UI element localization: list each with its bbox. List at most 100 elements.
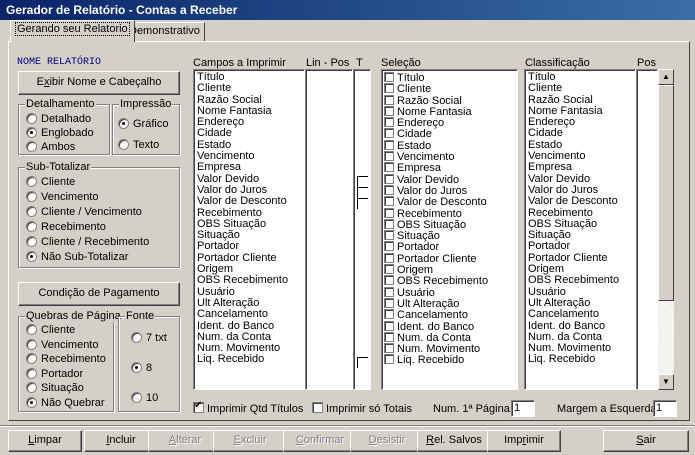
selecao-item[interactable]: Cidade <box>382 128 517 140</box>
selecao-item[interactable]: Cancelamento <box>382 309 517 321</box>
selecao-item[interactable]: Cliente <box>382 83 517 95</box>
impressao-radio-1[interactable]: Texto <box>118 139 159 151</box>
selecao-item[interactable]: OBS Recebimento <box>382 275 517 287</box>
selecao-item[interactable]: Estado <box>382 139 517 151</box>
t-checkbox-icon[interactable] <box>357 198 368 210</box>
pos-list[interactable] <box>636 69 658 390</box>
classificacao-item[interactable]: Liq. Recebido <box>525 354 635 366</box>
quebras-radio-5[interactable]: Não Quebrar <box>26 396 105 409</box>
t-checkbox-icon[interactable] <box>357 356 368 368</box>
checkbox-icon[interactable] <box>384 331 394 342</box>
campo-item[interactable]: Empresa <box>194 162 304 174</box>
tab-gerando-relatorio[interactable]: Gerando seu Relatorio <box>10 20 135 42</box>
classificacao-item[interactable]: OBS Recebimento <box>525 275 635 287</box>
lin-pos-list[interactable] <box>305 69 353 390</box>
scroll-up-icon[interactable]: ▲ <box>658 69 674 85</box>
checkbox-icon[interactable] <box>384 196 394 207</box>
selecao-item[interactable]: OBS Situação <box>382 218 517 231</box>
tab-demonstrativo[interactable]: Demonstrativo <box>124 22 205 41</box>
detalhamento-radio-2[interactable]: Ambos <box>26 141 75 153</box>
quebras-radio-1[interactable]: Vencimento <box>26 338 98 351</box>
fonte-radio-0[interactable]: 7 txt <box>131 332 167 344</box>
checkbox-icon[interactable] <box>384 275 394 286</box>
toolbar-button-0[interactable]: Limpar <box>8 430 82 452</box>
selecao-item[interactable]: Num. da Conta <box>382 331 517 343</box>
campo-item[interactable]: Cancelamento <box>194 308 304 320</box>
campo-item[interactable]: OBS Recebimento <box>194 275 304 287</box>
classificacao-item[interactable]: Valor de Desconto <box>525 195 635 207</box>
vertical-scrollbar[interactable]: ▲ ▼ <box>658 69 674 390</box>
margem-input[interactable]: 1 <box>653 400 677 417</box>
quebras-radio-2[interactable]: Recebimento <box>26 353 106 365</box>
selecao-item[interactable]: Valor de Desconto <box>382 196 517 208</box>
checkbox-icon[interactable] <box>384 252 394 263</box>
checkbox-icon[interactable] <box>384 320 394 331</box>
selecao-item[interactable]: Vencimento <box>382 151 517 163</box>
selecao-item[interactable]: Ult Alteração <box>382 297 517 310</box>
selecao-item[interactable]: Nome Fantasia <box>382 105 517 118</box>
toolbar-button-3[interactable]: Excluir <box>213 430 287 452</box>
checkbox-icon[interactable] <box>384 173 394 184</box>
campos-list[interactable]: Título Cliente Razão Social Nome Fantasia En… <box>193 69 305 390</box>
scroll-down-icon[interactable]: ▼ <box>658 374 674 390</box>
selecao-item[interactable]: Valor do Juros <box>382 184 517 197</box>
checkbox-icon[interactable] <box>384 286 394 297</box>
selecao-item[interactable]: Num. Movimento <box>382 343 517 355</box>
toolbar-button-5[interactable]: Desistir <box>350 430 424 452</box>
checkbox-icon[interactable] <box>384 297 394 308</box>
subtotalizar-radio-2[interactable]: Cliente / Vencimento <box>26 206 142 218</box>
toolbar-button-6[interactable]: Rel. Salvos <box>417 430 491 452</box>
imprimir-qtd-titulos-checkbox[interactable]: Imprimir Qtd Títulos <box>193 400 303 415</box>
checkbox-icon[interactable] <box>384 139 394 150</box>
detalhamento-radio-1[interactable]: Englobado <box>26 127 94 139</box>
selecao-list[interactable]: Título Cliente Razão Social Nome Fantasia En… <box>381 69 518 390</box>
checkbox-icon[interactable] <box>384 151 394 162</box>
subtotalizar-radio-1[interactable]: Vencimento <box>26 191 98 203</box>
subtotalizar-radio-0[interactable]: Cliente <box>26 176 75 188</box>
checkbox-icon[interactable] <box>384 72 394 82</box>
campo-item[interactable]: Cliente <box>194 82 304 94</box>
classificacao-item[interactable]: Empresa <box>525 162 635 174</box>
subtotalizar-radio-5[interactable]: Não Sub-Totalizar <box>26 251 128 263</box>
checkbox-icon[interactable] <box>384 354 394 365</box>
checkbox-icon[interactable] <box>384 105 394 116</box>
fonte-radio-1[interactable]: 8 <box>131 362 152 374</box>
subtotalizar-radio-3[interactable]: Recebimento <box>26 221 106 233</box>
selecao-item[interactable]: Título <box>382 72 517 84</box>
quebras-radio-0[interactable]: Cliente <box>26 324 75 336</box>
toolbar-button-2[interactable]: Alterar <box>148 430 222 452</box>
impressao-radio-0[interactable]: Gráfico <box>118 118 168 130</box>
condicao-pagamento-button[interactable]: Condição de Pagamento <box>18 282 180 306</box>
checkbox-icon[interactable] <box>384 184 394 195</box>
campo-item[interactable]: Valor de Desconto <box>194 195 304 207</box>
checkbox-icon[interactable] <box>384 83 394 94</box>
selecao-item[interactable]: Origem <box>382 264 517 276</box>
num-pagina-input[interactable]: 1 <box>511 400 535 417</box>
selecao-item[interactable]: Portador Cliente <box>382 252 517 264</box>
quebras-radio-3[interactable]: Portador <box>26 367 83 380</box>
t-checkbox-icon[interactable] <box>357 187 368 198</box>
checkbox-icon[interactable] <box>384 343 394 354</box>
selecao-item[interactable]: Liq. Recebido <box>382 354 517 366</box>
fonte-radio-2[interactable]: 10 <box>131 392 158 404</box>
checkbox-icon[interactable] <box>384 94 394 105</box>
selecao-item[interactable]: Empresa <box>382 162 517 174</box>
imprimir-so-totais-checkbox[interactable]: Imprimir só Totais <box>312 402 412 415</box>
toolbar-button-8[interactable]: Sair <box>603 430 689 452</box>
toolbar-button-4[interactable]: Confirmar <box>283 430 357 452</box>
scroll-thumb[interactable] <box>658 85 674 301</box>
exibir-nome-cabecalho-button[interactable]: Exibir Nome e Cabeçalho <box>18 71 180 95</box>
checkbox-icon[interactable] <box>384 117 394 128</box>
classificacao-list[interactable]: Título Cliente Razão Social Nome Fantasia En… <box>524 69 636 390</box>
t-checkbox-icon[interactable] <box>357 175 368 187</box>
classificacao-item[interactable]: Cancelamento <box>525 308 635 320</box>
checkbox-icon[interactable] <box>384 309 394 320</box>
checkbox-icon[interactable] <box>384 218 394 229</box>
checkbox-icon[interactable] <box>384 264 394 275</box>
checkbox-icon[interactable] <box>384 230 394 241</box>
quebras-radio-4[interactable]: Situação <box>26 382 84 394</box>
campo-item[interactable]: Liq. Recebido <box>194 354 304 366</box>
detalhamento-radio-0[interactable]: Detalhado <box>26 113 91 125</box>
t-list[interactable] <box>353 69 371 390</box>
toolbar-button-7[interactable]: Imprimir <box>487 430 561 452</box>
